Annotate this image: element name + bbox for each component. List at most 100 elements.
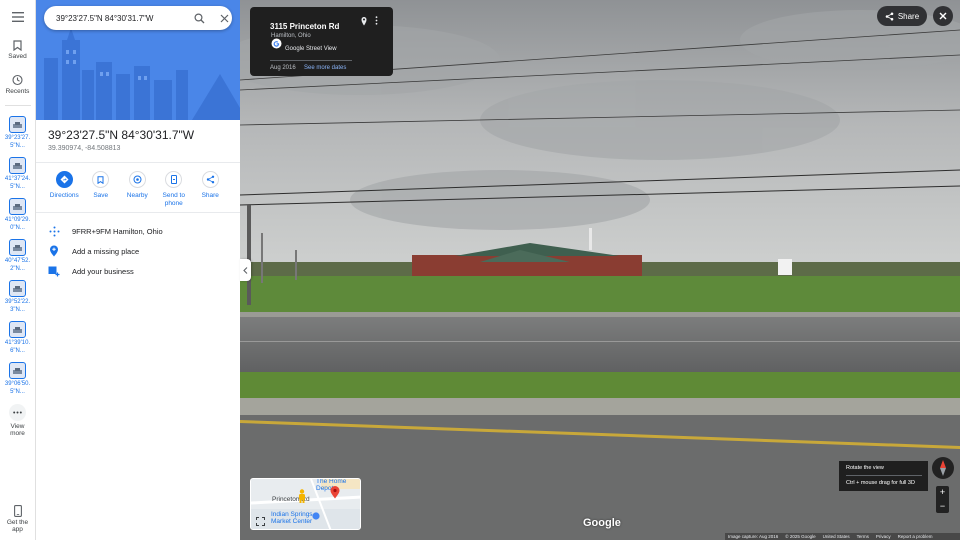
share-place-button[interactable]: Share <box>192 171 229 208</box>
privacy-link[interactable]: Privacy <box>876 534 891 539</box>
recent-item-label: 40°47'52.2"N... <box>4 258 31 272</box>
recent-item[interactable]: 40°47'52.2"N... <box>1 239 35 273</box>
panel-divider <box>36 212 240 213</box>
recents-button[interactable]: Recents <box>6 74 29 95</box>
see-more-dates-link[interactable]: See more dates <box>304 65 346 71</box>
saved-label: Saved <box>8 53 27 60</box>
close-icon <box>939 12 947 20</box>
recent-item[interactable]: 39°52'22.3"N... <box>1 280 35 314</box>
collapse-panel-button[interactable] <box>240 259 251 281</box>
rail-divider <box>4 105 31 106</box>
saved-button[interactable]: Saved <box>8 40 27 60</box>
streetview-thumbnail-icon <box>9 157 26 174</box>
minimap[interactable]: The Home Depot Princeton Rd Indian Sprin… <box>250 478 361 530</box>
chevron-left-icon <box>243 266 248 274</box>
left-rail: Saved Recents 39°23'27.5"N... 41°37'24.5… <box>0 0 36 540</box>
clear-search-icon[interactable] <box>220 14 229 23</box>
compass-button[interactable] <box>932 457 954 479</box>
bookmark-icon <box>92 171 110 188</box>
send-to-phone-label: Send to phone <box>162 192 185 207</box>
panel-divider <box>36 162 240 163</box>
search-input[interactable] <box>56 13 178 23</box>
google-g-icon <box>271 38 282 49</box>
nearby-label: Nearby <box>126 192 148 199</box>
add-missing-place-text: Add a missing place <box>72 246 140 256</box>
share-label: Share <box>201 192 219 199</box>
recent-item[interactable]: 39°23'27.5"N... <box>1 116 35 150</box>
save-button[interactable]: Save <box>83 171 120 208</box>
red-pin-icon <box>330 486 340 499</box>
recent-item-label: 41°37'24.5"N... <box>4 176 31 190</box>
report-problem-link[interactable]: Report a problem <box>898 534 933 539</box>
get-app-button[interactable]: Get the app <box>4 505 32 533</box>
recent-item-label: 41°09'29.0"N... <box>4 217 31 231</box>
recent-item-label: 39°23'27.5"N... <box>4 135 31 149</box>
recent-item[interactable]: 41°39'10.6"N... <box>1 321 35 355</box>
zoom-out-button[interactable]: − <box>940 501 945 511</box>
zoom-in-button[interactable]: + <box>940 488 945 497</box>
place-coordinates: 39.390974, -84.508813 <box>48 145 121 152</box>
streetview-address: 3115 Princeton Rd <box>270 22 340 31</box>
plus-code-row[interactable]: 9FRR+9FM Hamilton, Ohio <box>48 225 163 237</box>
streetview-canvas[interactable] <box>240 0 960 540</box>
menu-button[interactable] <box>11 12 24 22</box>
footer-bar: Image capture: Aug 2016 © 2025 Google Un… <box>725 533 960 540</box>
streetview-thumbnail-icon <box>9 321 26 338</box>
place-title: 39°23'27.5"N 84°30'31.7"W <box>48 128 195 142</box>
share-button[interactable]: Share <box>877 6 927 26</box>
streetview-info-card: 3115 Princeton Rd Hamilton, Ohio Google … <box>250 7 393 76</box>
streetview-panorama <box>240 0 960 540</box>
history-icon <box>12 74 24 86</box>
get-app-label: Get the app <box>6 519 29 533</box>
directions-icon <box>55 171 73 188</box>
rotate-view-text: Rotate the view <box>846 465 884 471</box>
streetview-thumbnail-icon <box>9 280 26 297</box>
search-box[interactable] <box>44 6 232 30</box>
tooltip-divider <box>846 475 922 476</box>
directions-button[interactable]: Directions <box>46 171 83 208</box>
recent-item[interactable]: 41°09'29.0"N... <box>1 198 35 232</box>
recent-item[interactable]: 39°06'50.5"N... <box>1 362 35 396</box>
directions-label: Directions <box>49 192 79 199</box>
phone-icon <box>13 505 22 517</box>
bookmark-icon <box>13 40 22 51</box>
card-divider <box>270 60 352 61</box>
add-missing-place-row[interactable]: Add a missing place <box>48 245 139 257</box>
plus-code-icon <box>48 225 60 237</box>
region-link[interactable]: United States <box>823 534 850 539</box>
compass-icon <box>940 460 946 476</box>
place-panel: 39°23'27.5"N 84°30'31.7"W 39.390974, -84… <box>36 0 240 540</box>
send-to-phone-icon <box>165 171 183 188</box>
share-icon <box>885 12 894 20</box>
plus-code-text: 9FRR+9FM Hamilton, Ohio <box>72 226 163 236</box>
location-pin-icon[interactable] <box>361 16 367 26</box>
recent-item-label: 39°52'22.3"N... <box>4 299 31 313</box>
terms-link[interactable]: Terms <box>857 534 869 539</box>
rotate-view-tooltip: Rotate the view Ctrl + mouse drag for fu… <box>839 461 928 491</box>
add-location-icon <box>48 245 60 257</box>
image-capture-date: Image capture: Aug 2016 <box>728 534 779 539</box>
share-button-label: Share <box>897 11 920 21</box>
nearby-button[interactable]: Nearby <box>119 171 156 208</box>
expand-icon[interactable] <box>256 517 265 526</box>
add-business-row[interactable]: Add your business <box>48 265 134 277</box>
search-icon[interactable] <box>194 12 205 24</box>
rotate-3d-hint-text: Ctrl + mouse drag for full 3D <box>846 480 915 486</box>
more-vert-icon[interactable] <box>375 16 378 25</box>
recent-item-label: 41°39'10.6"N... <box>4 340 31 354</box>
send-to-phone-button[interactable]: Send to phone <box>156 171 193 208</box>
share-icon <box>201 171 219 188</box>
pegman-icon <box>299 489 305 503</box>
copyright-text: © 2025 Google <box>785 534 816 539</box>
streetview-thumbnail-icon <box>9 362 26 379</box>
nearby-icon <box>128 171 146 188</box>
save-label: Save <box>93 192 109 199</box>
close-streetview-button[interactable] <box>933 6 953 26</box>
recent-item[interactable]: 41°37'24.5"N... <box>1 157 35 191</box>
zoom-controls: + − <box>936 486 949 513</box>
add-business-icon <box>48 265 60 277</box>
shopping-bag-icon <box>312 512 320 520</box>
view-more-button[interactable]: View more <box>5 404 31 437</box>
add-business-text: Add your business <box>72 266 134 276</box>
view-more-label: View more <box>10 423 25 437</box>
